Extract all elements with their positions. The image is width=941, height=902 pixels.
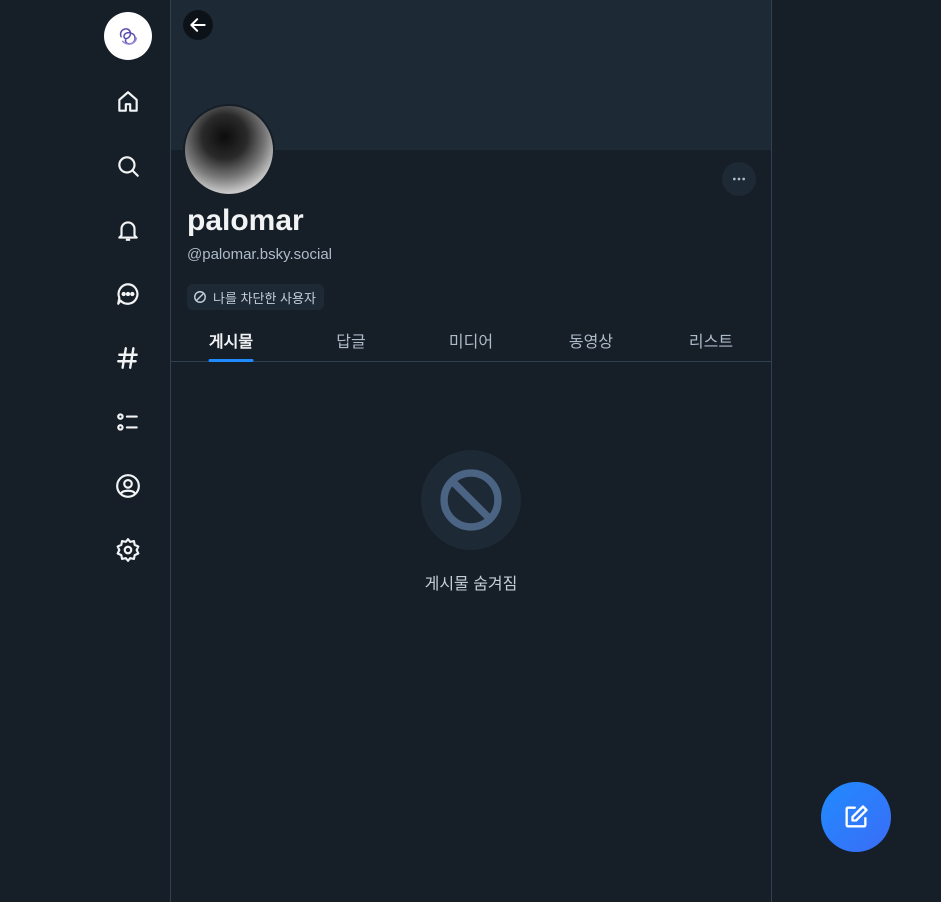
settings-icon — [116, 538, 140, 562]
back-button[interactable] — [183, 10, 213, 40]
tab-posts[interactable]: 게시물 — [171, 320, 291, 362]
active-tab-indicator — [208, 359, 254, 362]
ellipsis-icon — [733, 177, 745, 181]
tab-label: 게시물 — [208, 334, 254, 351]
empty-state-icon-wrap — [421, 450, 521, 550]
logo-icon — [119, 28, 138, 45]
app-root: palomar @palomar.bsky.social 나를 차단한 사용자 … — [0, 0, 941, 902]
list-icon — [117, 413, 138, 431]
profile-tabs: 게시물 답글 미디어 동영상 리스트 — [171, 320, 771, 362]
profile-avatar[interactable] — [183, 104, 275, 196]
home-icon — [118, 91, 138, 112]
tab-label: 리스트 — [688, 334, 734, 351]
user-avatar-logo[interactable] — [104, 12, 152, 60]
nav-lists[interactable] — [106, 400, 150, 444]
more-options-button[interactable] — [722, 162, 756, 196]
profile-icon — [116, 474, 140, 498]
empty-state: 게시물 숨겨짐 — [171, 450, 771, 594]
hashtag-icon — [117, 347, 138, 369]
blocked-badge-label: 나를 차단한 사용자 — [213, 290, 316, 306]
nav-profile[interactable] — [106, 464, 150, 508]
nav-chat[interactable] — [106, 272, 150, 316]
nav-home[interactable] — [106, 80, 150, 124]
chat-icon — [117, 283, 139, 305]
tab-replies[interactable]: 답글 — [291, 320, 411, 361]
nav-settings[interactable] — [106, 528, 150, 572]
tab-label: 동영상 — [568, 334, 614, 351]
display-name: palomar — [187, 204, 304, 237]
nav-notifications[interactable] — [106, 208, 150, 252]
bell-icon — [118, 221, 138, 241]
tab-videos[interactable]: 동영상 — [531, 320, 651, 361]
profile-handle: @palomar.bsky.social — [187, 246, 333, 263]
tab-media[interactable]: 미디어 — [411, 320, 531, 361]
search-icon — [118, 156, 139, 177]
nav-feeds[interactable] — [106, 336, 150, 380]
arrow-left-icon — [190, 18, 206, 32]
profile-column: palomar @palomar.bsky.social 나를 차단한 사용자 … — [170, 0, 772, 902]
nav-search[interactable] — [106, 144, 150, 188]
compose-button[interactable] — [821, 782, 891, 852]
left-nav — [96, 0, 160, 902]
blocked-by-badge: 나를 차단한 사용자 — [187, 284, 324, 310]
empty-state-message: 게시물 숨겨짐 — [424, 576, 518, 593]
tab-lists[interactable]: 리스트 — [651, 320, 771, 361]
block-icon — [194, 291, 206, 303]
tab-label: 답글 — [336, 334, 366, 351]
compose-icon — [845, 805, 868, 828]
tab-label: 미디어 — [448, 334, 494, 351]
block-icon — [440, 469, 502, 531]
